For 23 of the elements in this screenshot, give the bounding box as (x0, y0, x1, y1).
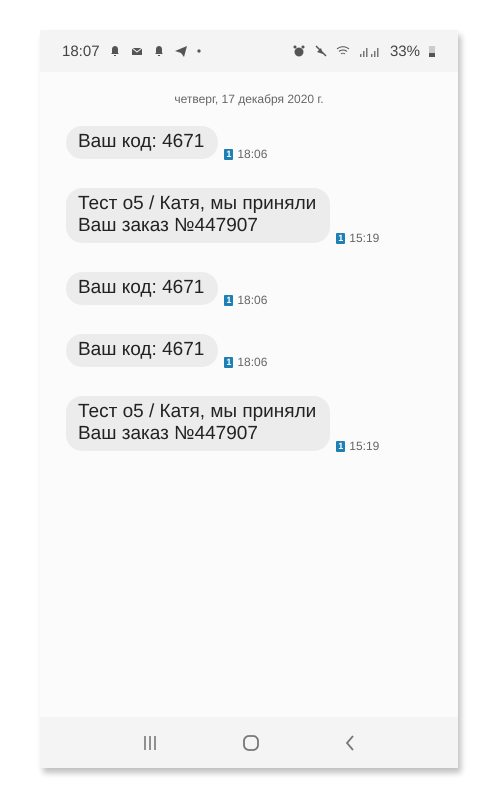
home-icon[interactable] (242, 734, 260, 752)
sim-badge: 1 (224, 294, 234, 306)
date-header: четверг, 17 декабря 2020 г. (174, 92, 324, 106)
message-bubble[interactable]: Ваш код: 4671 (66, 272, 218, 305)
clock: 18:07 (62, 42, 100, 60)
message-time: 15:19 (349, 439, 380, 453)
message-time: 18:06 (237, 293, 268, 307)
sim-badge: 1 (336, 232, 346, 244)
recent-apps-icon[interactable] (142, 734, 158, 750)
message-bubble[interactable]: Ваш код: 4671 (66, 334, 218, 367)
message-bubble[interactable]: Ваш код: 4671 (66, 126, 218, 159)
message-bubble[interactable]: Тест о5 / Катя, мы приняли Ваш заказ №447907 (66, 188, 330, 243)
battery-percent: 33% (390, 42, 420, 60)
message-time: 18:06 (237, 147, 268, 161)
message-bubble[interactable]: Тест о5 / Катя, мы приняли Ваш заказ №447907 (66, 396, 330, 451)
sim-badge: 1 (336, 440, 346, 452)
battery-icon (428, 44, 436, 58)
message-time: 18:06 (237, 355, 268, 369)
paper-plane-icon (174, 44, 188, 58)
sim-badge: 1 (224, 356, 234, 368)
message-time: 15:19 (349, 231, 380, 245)
back-icon[interactable] (344, 734, 356, 752)
sim-badge: 1 (224, 148, 234, 160)
